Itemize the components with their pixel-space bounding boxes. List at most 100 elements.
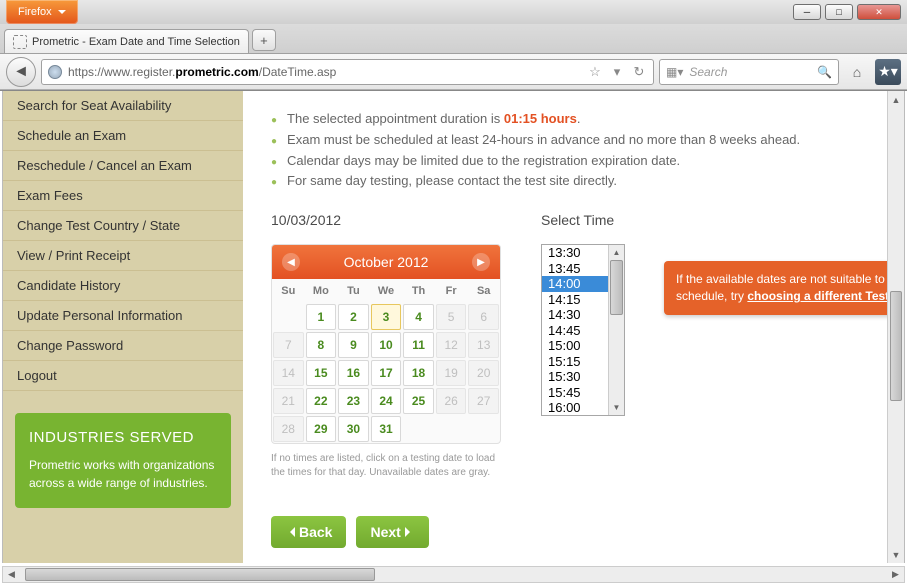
industries-card-body: Prometric works with organizations acros… [29, 456, 217, 492]
calendar-day[interactable]: 6 [468, 304, 499, 330]
sidebar-link[interactable]: Update Personal Information [3, 301, 243, 331]
calendar-day[interactable]: 12 [436, 332, 467, 358]
industries-card-title: Industries Served [29, 429, 217, 446]
choose-different-test-link[interactable]: choosing a different Test [747, 289, 889, 303]
instruction-bullets: The selected appointment duration is 01:… [271, 109, 876, 192]
calendar: ◀ October 2012 ▶ SuMoTuWeThFrSa123456789… [271, 244, 501, 444]
calendar-day[interactable]: 29 [306, 416, 337, 442]
calendar-day[interactable]: 28 [273, 416, 304, 442]
calendar-day [403, 416, 434, 442]
select-time-label: Select Time [541, 212, 641, 228]
bookmark-star-icon[interactable]: ☆ [587, 64, 603, 80]
chevron-right-icon [405, 527, 415, 537]
calendar-day[interactable]: 22 [306, 388, 337, 414]
dropdown-arrow-icon[interactable]: ▾ [609, 64, 625, 80]
calendar-day[interactable]: 24 [371, 388, 402, 414]
calendar-day[interactable]: 23 [338, 388, 369, 414]
calendar-day[interactable]: 3 [371, 304, 402, 330]
back-button[interactable]: Back [271, 516, 346, 548]
scroll-left-arrow-icon[interactable]: ◀ [3, 567, 20, 582]
scroll-thumb[interactable] [25, 568, 375, 581]
scroll-down-arrow-icon[interactable]: ▼ [888, 546, 904, 563]
calendar-dow: Su [272, 279, 305, 303]
calendar-day[interactable]: 17 [371, 360, 402, 386]
calendar-day[interactable]: 8 [306, 332, 337, 358]
sidebar-link[interactable]: Candidate History [3, 271, 243, 301]
nav-back-button[interactable]: ◄ [6, 57, 36, 87]
calendar-day[interactable]: 7 [273, 332, 304, 358]
calendar-day[interactable]: 19 [436, 360, 467, 386]
scroll-up-arrow-icon[interactable]: ▲ [888, 91, 904, 108]
scroll-up-arrow-icon[interactable]: ▲ [609, 245, 624, 260]
vertical-scrollbar[interactable]: ▲ ▼ [887, 91, 904, 563]
calendar-dow: Sa [467, 279, 500, 303]
calendar-day[interactable]: 2 [338, 304, 369, 330]
scroll-right-arrow-icon[interactable]: ▶ [887, 567, 904, 582]
address-bar[interactable]: https://www.register.prometric.com/DateT… [41, 59, 654, 85]
page-viewport: Search for Seat AvailabilitySchedule an … [2, 91, 905, 563]
sidebar-link[interactable]: Exam Fees [3, 181, 243, 211]
search-placeholder: Search [689, 65, 811, 79]
sidebar-link[interactable]: View / Print Receipt [3, 241, 243, 271]
calendar-day[interactable]: 5 [436, 304, 467, 330]
browser-tab[interactable]: Prometric - Exam Date and Time Selection [4, 29, 249, 53]
globe-icon [48, 65, 62, 79]
sidebar-link[interactable]: Change Password [3, 331, 243, 361]
calendar-footnote: If no times are listed, click on a testi… [271, 452, 501, 480]
calendar-day[interactable]: 9 [338, 332, 369, 358]
calendar-day [273, 304, 304, 330]
window-minimize-button[interactable]: ─ [793, 4, 821, 20]
sidebar-link[interactable]: Reschedule / Cancel an Exam [3, 151, 243, 181]
scroll-thumb[interactable] [890, 291, 902, 401]
next-button[interactable]: Next [356, 516, 428, 548]
sidebar-link[interactable]: Schedule an Exam [3, 121, 243, 151]
calendar-day[interactable]: 10 [371, 332, 402, 358]
search-bar[interactable]: ▦▾ Search 🔍 [659, 59, 839, 85]
calendar-next-button[interactable]: ▶ [472, 253, 490, 271]
calendar-day[interactable]: 27 [468, 388, 499, 414]
calendar-day[interactable]: 1 [306, 304, 337, 330]
calendar-day[interactable]: 18 [403, 360, 434, 386]
instruction-item: Calendar days may be limited due to the … [271, 151, 876, 172]
search-icon[interactable]: 🔍 [817, 65, 832, 79]
calendar-day[interactable]: 26 [436, 388, 467, 414]
calendar-day[interactable]: 15 [306, 360, 337, 386]
scroll-down-arrow-icon[interactable]: ▼ [609, 400, 624, 415]
calendar-prev-button[interactable]: ◀ [282, 253, 300, 271]
calendar-day[interactable]: 11 [403, 332, 434, 358]
new-tab-button[interactable]: + [252, 29, 276, 51]
selected-date-label: 10/03/2012 [271, 212, 501, 228]
sidebar-nav: Search for Seat AvailabilitySchedule an … [3, 91, 243, 563]
calendar-day[interactable]: 4 [403, 304, 434, 330]
reload-icon[interactable]: ↻ [631, 64, 647, 80]
sidebar-link[interactable]: Change Test Country / State [3, 211, 243, 241]
instruction-item: Exam must be scheduled at least 24-hours… [271, 130, 876, 151]
calendar-dow: Tu [337, 279, 370, 303]
calendar-day[interactable]: 16 [338, 360, 369, 386]
instruction-item: For same day testing, please contact the… [271, 171, 876, 192]
instruction-item: The selected appointment duration is 01:… [271, 109, 876, 130]
bookmarks-menu-button[interactable]: ★▾ [875, 59, 901, 85]
sidebar-link[interactable]: Search for Seat Availability [3, 91, 243, 121]
horizontal-scrollbar[interactable]: ◀ ▶ [2, 566, 905, 583]
calendar-day [436, 416, 467, 442]
window-maximize-button[interactable]: □ [825, 4, 853, 20]
listbox-scrollbar[interactable]: ▲ ▼ [608, 245, 624, 415]
scroll-thumb[interactable] [610, 260, 623, 315]
chevron-left-icon [285, 527, 295, 537]
sidebar-link[interactable]: Logout [3, 361, 243, 391]
calendar-day[interactable]: 25 [403, 388, 434, 414]
calendar-day[interactable]: 20 [468, 360, 499, 386]
industries-card: Industries Served Prometric works with o… [15, 413, 231, 508]
calendar-day[interactable]: 13 [468, 332, 499, 358]
home-button[interactable]: ⌂ [844, 59, 870, 85]
calendar-day[interactable]: 30 [338, 416, 369, 442]
firefox-menu-button[interactable]: Firefox [6, 0, 78, 24]
window-close-button[interactable]: ✕ [857, 4, 901, 20]
time-listbox[interactable]: 13:3013:4514:0014:1514:3014:4515:0015:15… [541, 244, 625, 416]
calendar-day[interactable]: 31 [371, 416, 402, 442]
calendar-dow: Mo [305, 279, 338, 303]
search-engine-icon[interactable]: ▦▾ [666, 65, 683, 79]
calendar-day[interactable]: 21 [273, 388, 304, 414]
calendar-day[interactable]: 14 [273, 360, 304, 386]
